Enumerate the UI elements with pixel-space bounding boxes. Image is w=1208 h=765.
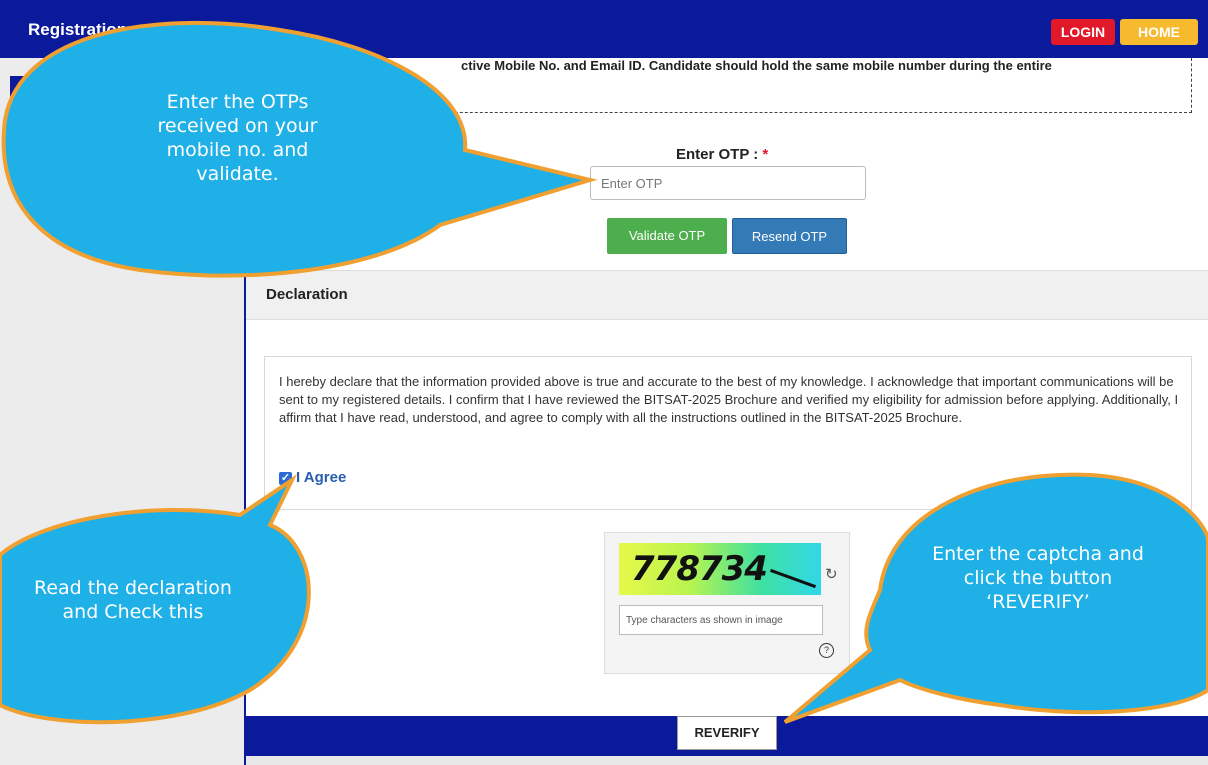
callout-otp-text: Enter the OTPs received on your mobile n… [157,91,318,185]
callout-captcha-text: Enter the captcha and click the button ‘… [932,543,1144,613]
agree-checkbox-label[interactable]: ✓ I Agree [279,469,346,486]
required-marker: * [762,146,769,163]
declaration-header: Declaration [246,270,1208,320]
agree-label: I Agree [296,469,347,486]
home-button[interactable]: HOME [1120,19,1198,45]
agree-checkbox[interactable]: ✓ [279,471,292,485]
help-icon[interactable]: ? [819,643,834,658]
captcha-noise-line [769,568,817,589]
declaration-box: I hereby declare that the information pr… [264,356,1192,510]
captcha-panel: 778734 ↻ ? [604,532,850,674]
declaration-text: I hereby declare that the information pr… [279,374,1179,425]
otp-label: Enter OTP : * [676,146,768,163]
page-title: Registration [28,20,128,39]
callout-declaration-text: Read the declaration and Check this [34,577,232,623]
otp-input[interactable] [590,166,866,200]
captcha-image: 778734 [619,543,821,595]
validate-otp-button[interactable]: Validate OTP [607,218,727,254]
notice-text: ctive Mobile No. and Email ID. Candidate… [461,58,1052,73]
bottom-strip [246,756,1208,765]
captcha-code: 778734 [631,549,768,589]
top-navbar: Registration LOGIN HOME [0,0,1208,58]
refresh-icon[interactable]: ↻ [825,565,838,583]
captcha-input[interactable] [619,605,823,635]
notice-box: ctive Mobile No. and Email ID. Candidate… [310,58,1192,113]
reverify-button[interactable]: REVERIFY [677,716,777,750]
declaration-title: Declaration [266,286,348,303]
login-button[interactable]: LOGIN [1051,19,1115,45]
otp-label-text: Enter OTP : [676,146,759,163]
resend-otp-button[interactable]: Resend OTP [732,218,847,254]
